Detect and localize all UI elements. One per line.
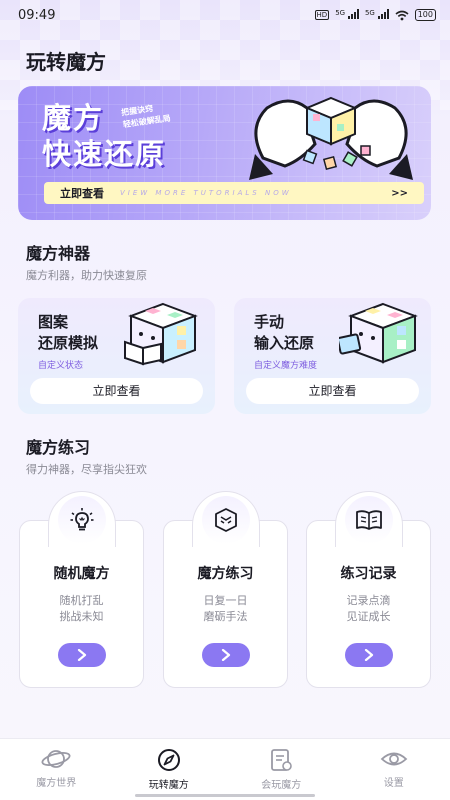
tab-settings[interactable]: 设置: [338, 739, 450, 800]
cube-character-tablet-illustration: [339, 302, 418, 364]
tool-card-title-line2: 还原模拟: [38, 334, 99, 352]
status-bar: 09:49 HD 5G 5G 100: [0, 0, 450, 30]
document-icon: [271, 749, 293, 771]
tool-card-title-line1: 手动: [254, 313, 285, 331]
chevron-right-icon: [221, 649, 231, 661]
bottom-tab-bar: 魔方世界 玩转魔方 会玩魔方 设置: [0, 738, 450, 800]
hd-icon: HD: [314, 10, 330, 20]
practice-card-desc: 记录点滴 见证成长: [307, 593, 430, 625]
cube-icon: [215, 507, 237, 532]
chevron-right-icon: [77, 649, 87, 661]
practice-card-go-button[interactable]: [202, 643, 250, 667]
tool-card-title-line2: 输入还原: [254, 334, 315, 352]
practice-card-desc-line2: 挑战未知: [59, 610, 104, 623]
practice-section-title: 魔方练习: [26, 438, 91, 457]
tool-card-title: 图案 还原模拟: [38, 312, 98, 354]
tab-label: 会玩魔方: [261, 780, 302, 791]
tab-cube-world[interactable]: 魔方世界: [0, 739, 113, 800]
tools-section-subtitle: 魔方利器，助力快速复原: [26, 269, 147, 282]
compass-icon: [157, 749, 180, 771]
planet-icon: [41, 750, 71, 768]
practice-card-cube-practice[interactable]: 魔方练习 日复一日 磨砺手法: [163, 491, 288, 688]
banner-cta-english: VIEW MORE TUTORIALS NOW: [120, 189, 292, 197]
tab-label: 玩转魔方: [148, 780, 189, 791]
tab-label: 设置: [383, 778, 404, 789]
tool-card-view-button[interactable]: 立即查看: [30, 378, 203, 404]
signal-label: 5G: [335, 8, 346, 17]
lightbulb-icon: [70, 507, 94, 530]
banner-cta-arrow: >>: [391, 187, 408, 199]
tools-section-title: 魔方神器: [26, 244, 91, 263]
page-title: 玩转魔方: [26, 50, 106, 74]
practice-card-desc-line1: 日复一日: [203, 594, 248, 607]
battery-icon: 100: [414, 9, 436, 21]
tool-card-tag: 自定义魔方难度: [254, 361, 318, 371]
practice-icon-wrapper: [48, 491, 116, 547]
practice-card-go-button[interactable]: [58, 643, 106, 667]
practice-card-title: 练习记录: [340, 566, 397, 582]
practice-card-desc-line1: 随机打乱: [59, 594, 104, 607]
tool-card-title: 手动 输入还原: [254, 312, 314, 354]
tutorial-banner[interactable]: 魔方 快速还原 把握诀窍 轻松破解乱局 立即查看 VIEW MORE TUTOR…: [18, 86, 431, 220]
tab-label: 魔方世界: [36, 778, 77, 789]
practice-card-title: 魔方练习: [197, 566, 254, 582]
practice-card-random-cube[interactable]: 随机魔方 随机打乱 挑战未知: [19, 491, 144, 688]
home-indicator: [135, 794, 315, 797]
tab-skilled-cube[interactable]: 会玩魔方: [225, 739, 338, 800]
practice-card-desc-line2: 磨砺手法: [203, 610, 248, 623]
practice-icon-wrapper: [192, 491, 260, 547]
practice-card-desc-line2: 见证成长: [346, 610, 391, 623]
practice-card-desc: 日复一日 磨砺手法: [164, 593, 287, 625]
tool-card-manual-input[interactable]: 手动 输入还原 自定义魔方难度 立即查看: [234, 298, 431, 414]
eye-icon: [380, 752, 408, 766]
wifi-icon: [395, 10, 409, 20]
tool-card-pattern-restore[interactable]: 图案 还原模拟 自定义状态 立即查看: [18, 298, 215, 414]
tool-card-view-button[interactable]: 立即查看: [246, 378, 419, 404]
practice-card-go-button[interactable]: [345, 643, 393, 667]
practice-card-desc: 随机打乱 挑战未知: [20, 593, 143, 625]
tool-card-tag: 自定义状态: [38, 361, 84, 371]
status-icons: HD 5G 5G 100: [314, 8, 436, 22]
practice-section-subtitle: 得力神器，尽享指尖狂欢: [26, 463, 147, 476]
status-time: 09:49: [18, 7, 56, 23]
tool-card-title-line1: 图案: [38, 313, 69, 331]
practice-icon-wrapper: [335, 491, 403, 547]
signal-icon-2: 5G: [364, 8, 389, 22]
banner-title-line2: 快速还原: [42, 137, 167, 171]
book-icon: [356, 509, 382, 530]
banner-cta-label: 立即查看: [60, 187, 104, 200]
practice-card-records[interactable]: 练习记录 记录点滴 见证成长: [306, 491, 431, 688]
cube-character-reading-illustration: [124, 302, 198, 366]
practice-card-desc-line1: 记录点滴: [346, 594, 391, 607]
chevron-right-icon: [364, 649, 374, 661]
hands-holding-cube-illustration: [249, 96, 413, 180]
signal-icon: 5G: [335, 8, 359, 22]
tab-play-cube[interactable]: 玩转魔方: [113, 739, 226, 800]
practice-card-title: 随机魔方: [53, 566, 110, 582]
signal-label-2: 5G: [364, 8, 375, 17]
banner-cta-bar[interactable]: 立即查看 VIEW MORE TUTORIALS NOW >>: [44, 182, 424, 204]
